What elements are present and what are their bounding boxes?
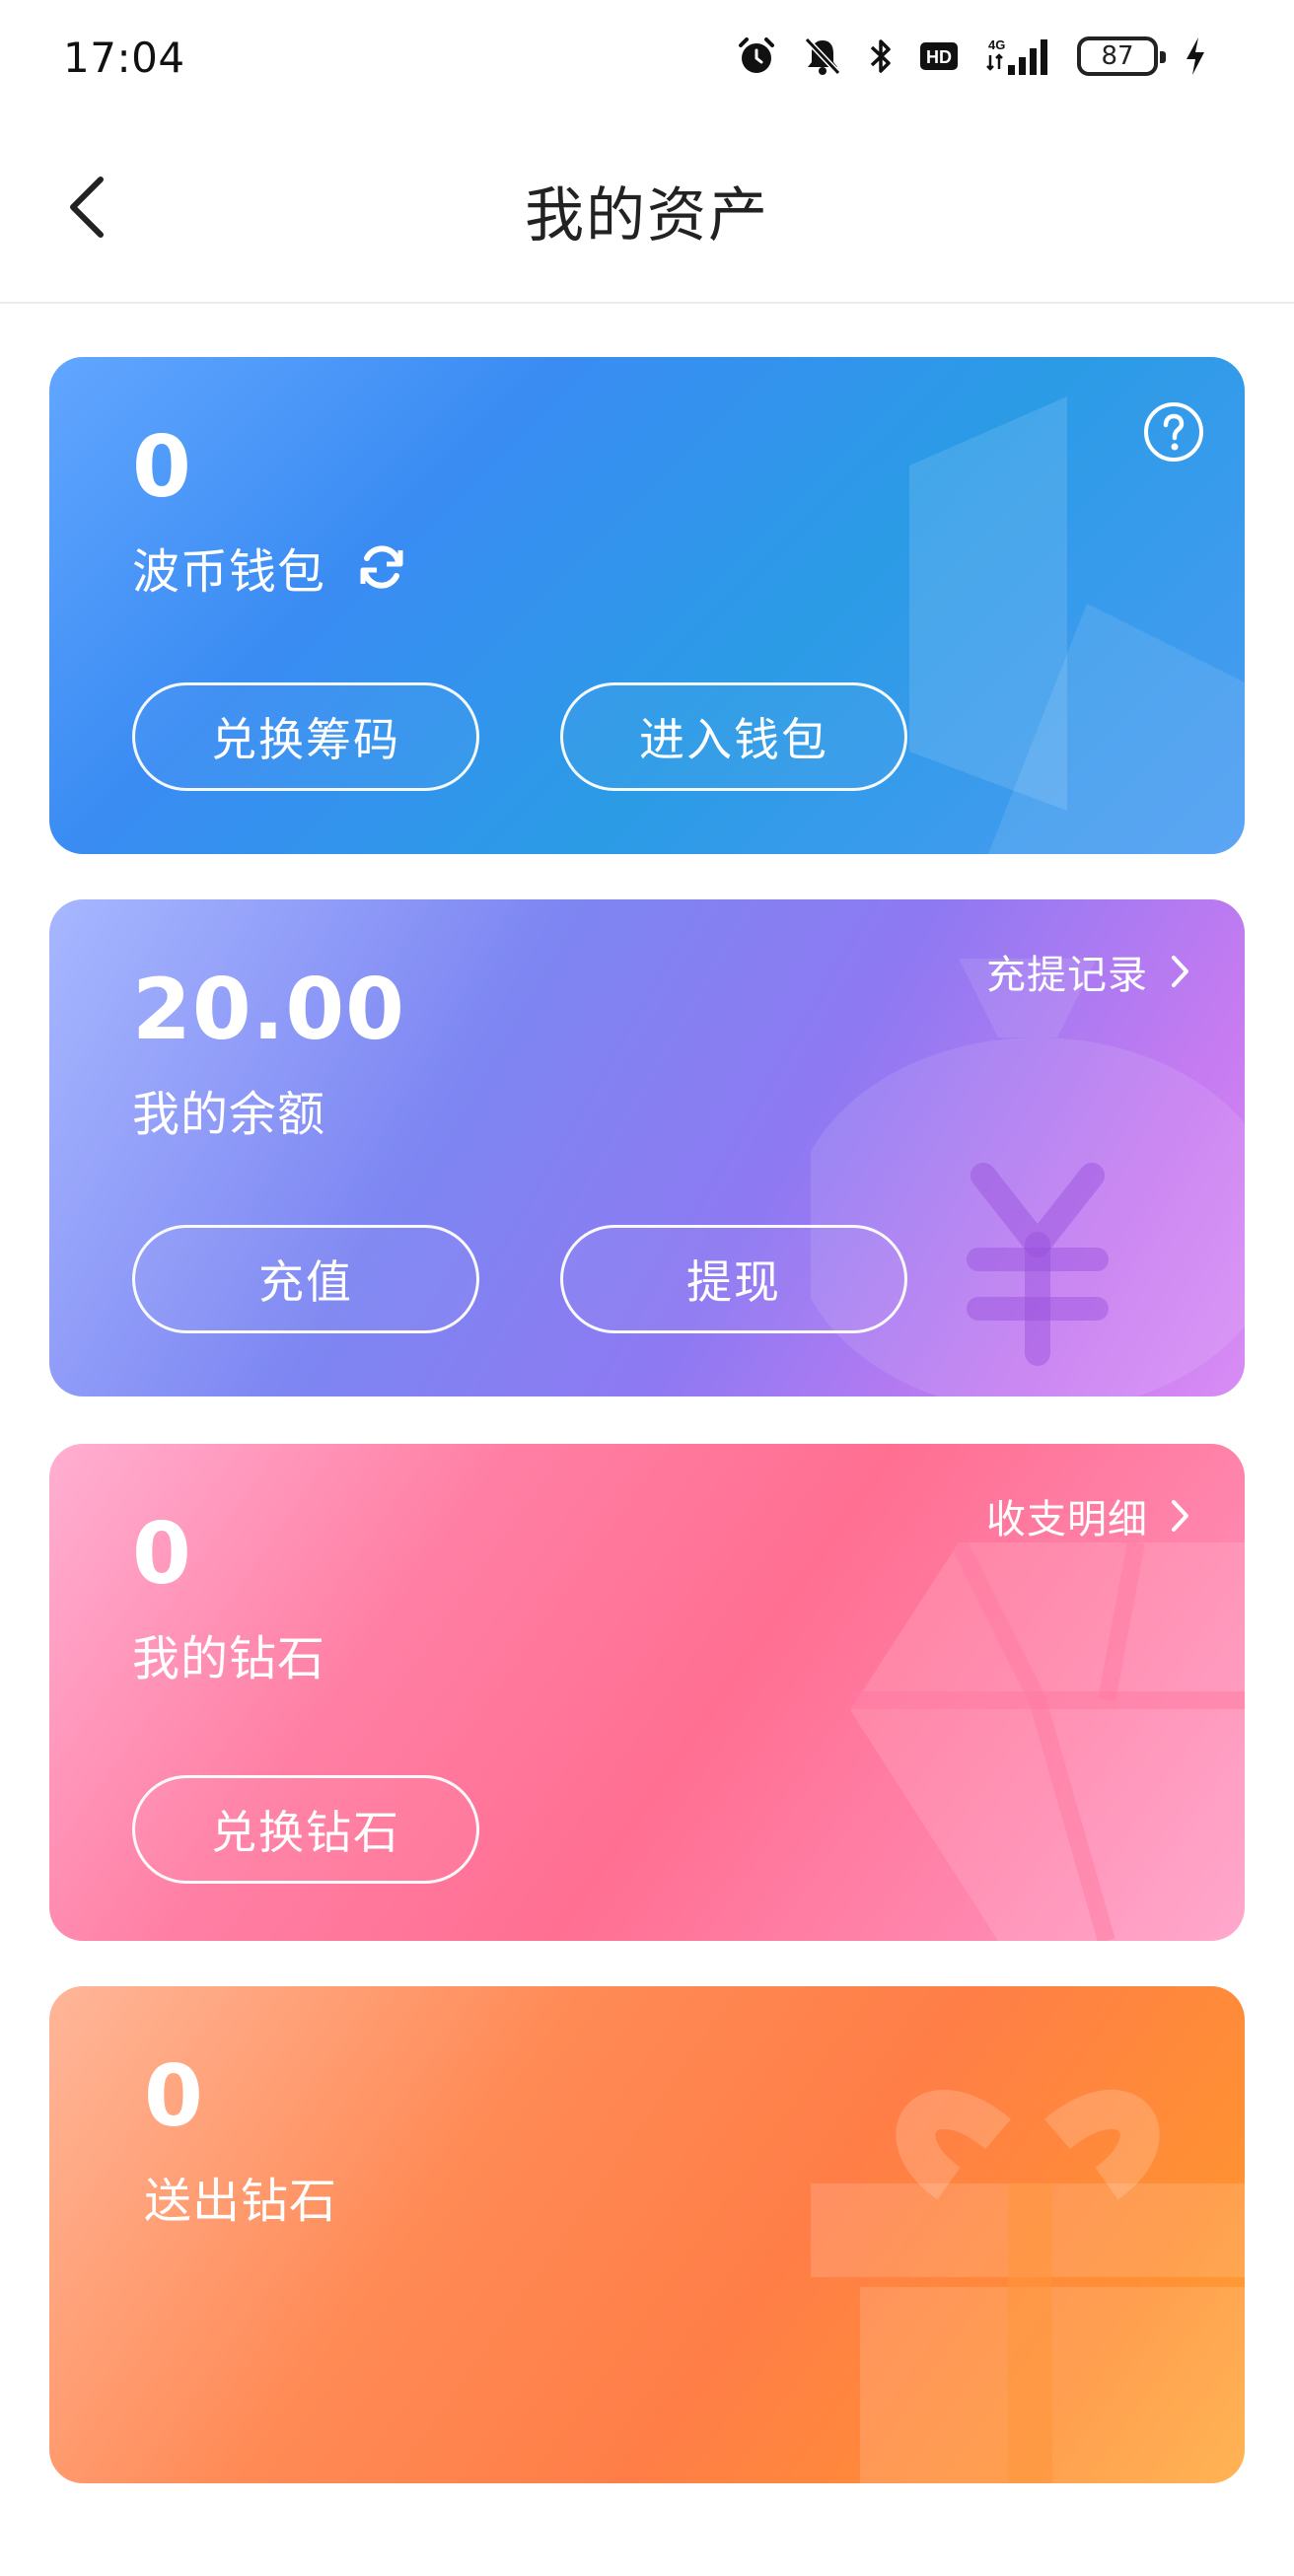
sent-label: 送出钻石 bbox=[144, 2174, 338, 2229]
refresh-icon[interactable] bbox=[355, 540, 408, 594]
records-link[interactable]: 充提记录 bbox=[986, 943, 1191, 1000]
diamond-amount: 0 bbox=[132, 1505, 192, 1604]
svg-text:HD: HD bbox=[926, 47, 952, 67]
battery-level: 87 bbox=[1101, 41, 1134, 71]
diamond-label: 我的钻石 bbox=[132, 1631, 326, 1686]
chevron-right-icon bbox=[1172, 956, 1188, 987]
details-link-label: 收支明细 bbox=[986, 1497, 1148, 1542]
wallet-amount: 0 bbox=[132, 418, 192, 517]
battery-icon: 87 bbox=[1077, 36, 1166, 76]
4g-signal-icon: 4G bbox=[986, 37, 1047, 75]
balance-amount: 20.00 bbox=[132, 961, 406, 1059]
wallet-label: 波币钱包 bbox=[132, 544, 326, 600]
wallet-label-row: 波币钱包 bbox=[132, 533, 408, 602]
recharge-button[interactable]: 充值 bbox=[132, 1225, 479, 1333]
alarm-icon bbox=[739, 37, 774, 73]
sent-diamonds-card: 0 送出钻石 bbox=[49, 1986, 1245, 2483]
page-title: 我的资产 bbox=[525, 181, 769, 250]
status-bar: 17:04 HD 4G 87 bbox=[0, 0, 1294, 116]
withdraw-button[interactable]: 提现 bbox=[560, 1225, 907, 1333]
exchange-diamonds-button[interactable]: 兑换钻石 bbox=[132, 1775, 479, 1884]
details-link[interactable]: 收支明细 bbox=[986, 1487, 1191, 1544]
records-link-label: 充提记录 bbox=[986, 953, 1148, 998]
balance-label: 我的余额 bbox=[132, 1087, 326, 1142]
svg-text:4G: 4G bbox=[988, 37, 1005, 52]
header: 我的资产 bbox=[0, 116, 1294, 304]
exchange-chips-button[interactable]: 兑换筹码 bbox=[132, 682, 479, 791]
status-icons: HD 4G 87 bbox=[736, 34, 1207, 79]
status-time: 17:04 bbox=[63, 34, 185, 82]
charging-icon bbox=[1186, 37, 1204, 75]
gift-icon bbox=[811, 2089, 1245, 2483]
help-button[interactable] bbox=[1142, 400, 1205, 464]
mute-bell-icon bbox=[804, 36, 841, 76]
chevron-right-icon bbox=[1172, 1500, 1188, 1532]
enter-wallet-button[interactable]: 进入钱包 bbox=[560, 682, 907, 791]
hd-icon: HD bbox=[920, 42, 958, 70]
sent-amount: 0 bbox=[144, 2047, 204, 2146]
help-circle-icon bbox=[1144, 402, 1203, 462]
diamond-card: 收支明细 0 我的钻石 兑换钻石 bbox=[49, 1444, 1245, 1941]
balance-card: 充提记录 20.00 我的余额 充值 提现 bbox=[49, 899, 1245, 1396]
wallet-card: 0 波币钱包 兑换筹码 进入钱包 bbox=[49, 357, 1245, 854]
bluetooth-icon bbox=[870, 39, 891, 73]
